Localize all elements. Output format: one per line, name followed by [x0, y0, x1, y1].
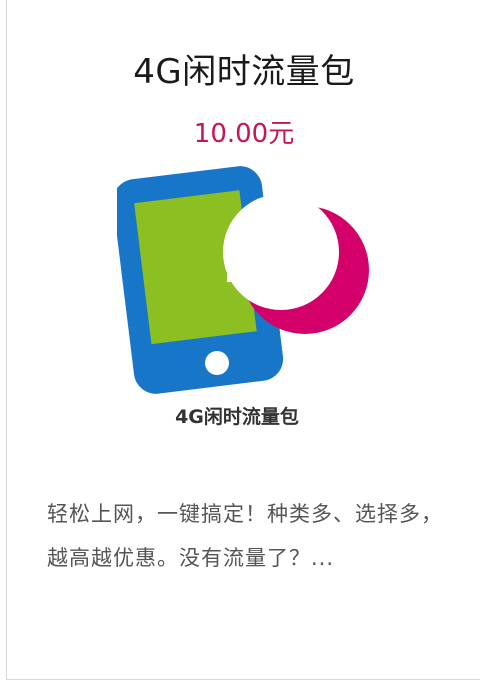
product-price: 10.00元	[193, 119, 295, 149]
product-image[interactable]	[117, 166, 377, 438]
product-title: 4G闲时流量包	[133, 52, 355, 92]
product-description: 轻松上网，一键搞定！种类多、选择多，越高越优惠。没有流量了？...	[47, 502, 443, 570]
product-card[interactable]: 4G闲时流量包 10.00元 4G闲时流量包 轻松上网，一键搞定！种类多、选择多…	[6, 0, 480, 680]
product-image-caption: 4G闲时流量包	[175, 406, 299, 428]
